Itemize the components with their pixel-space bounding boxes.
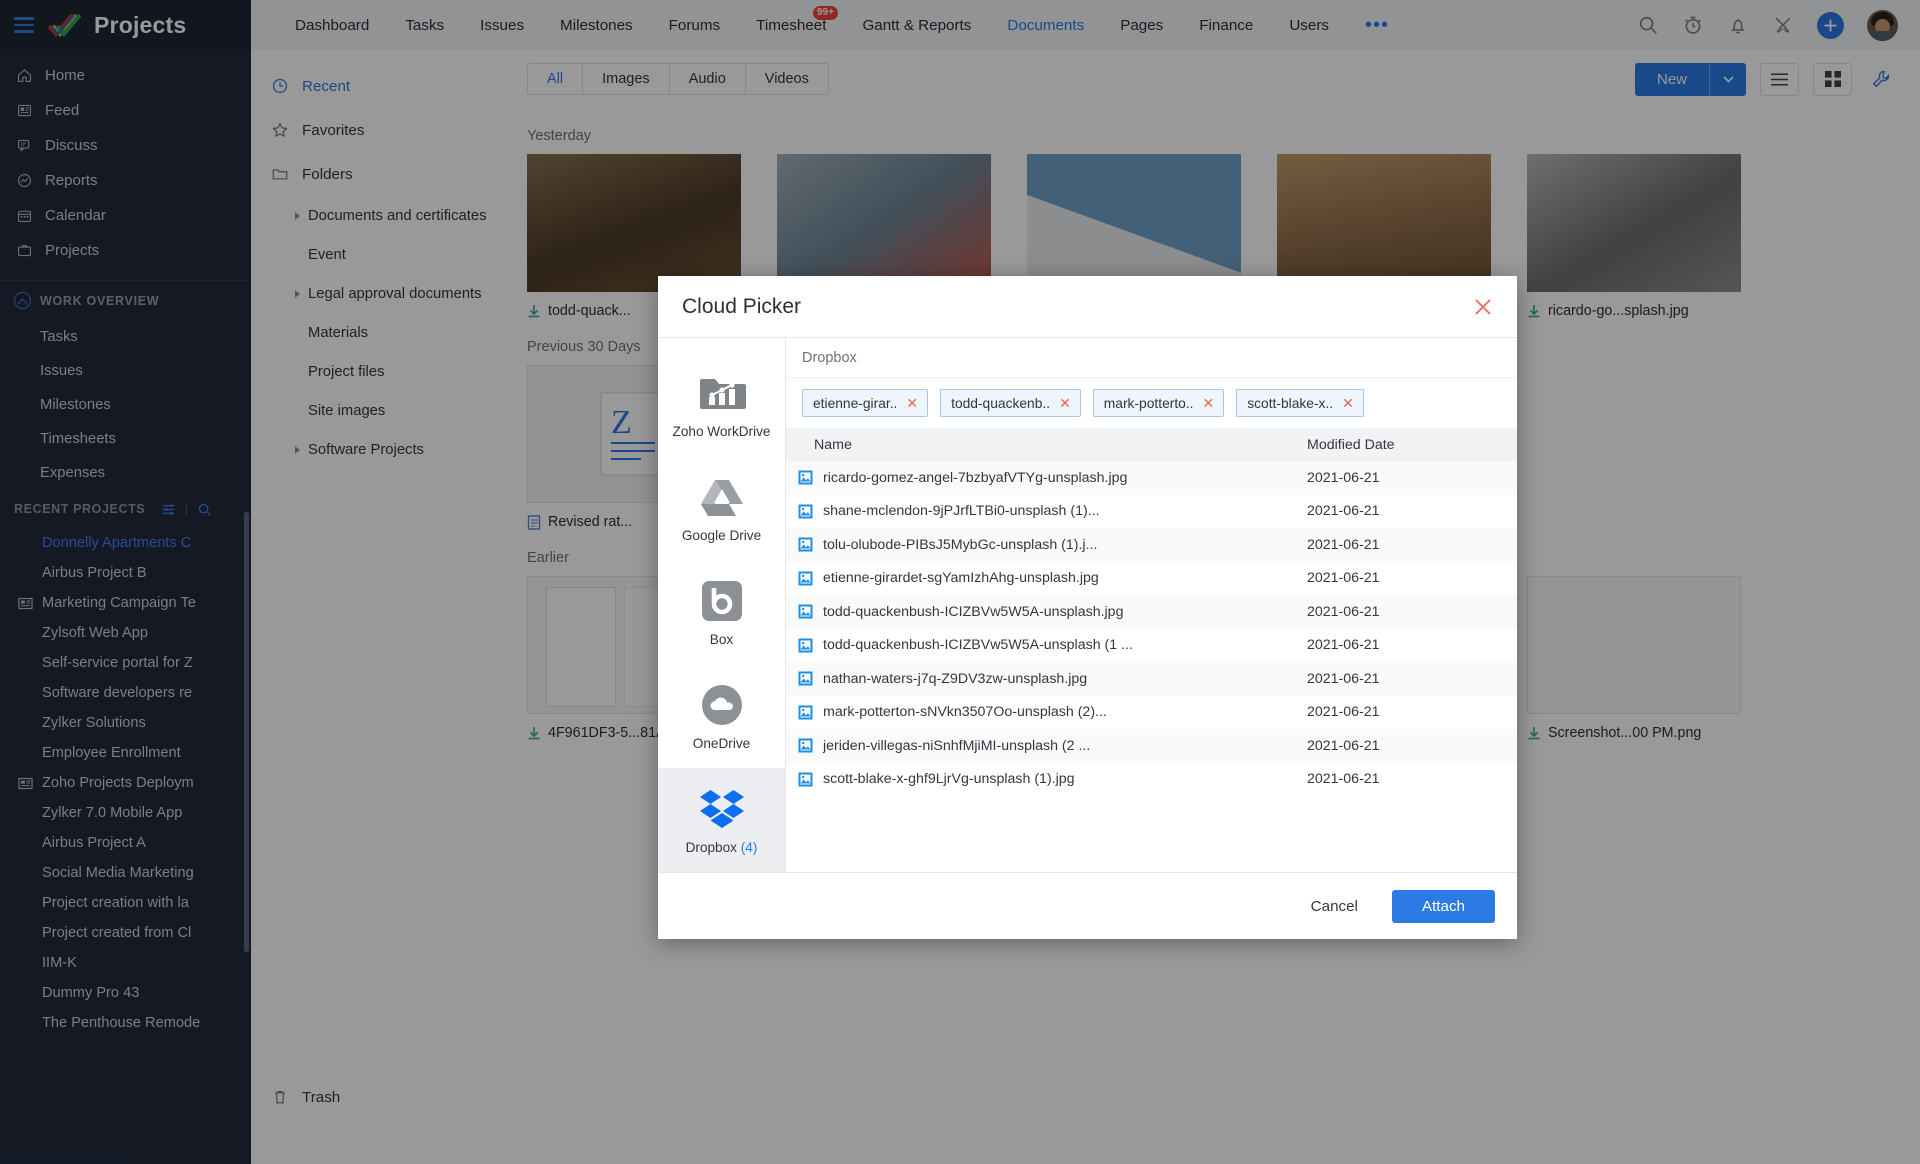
image-file-icon <box>798 571 813 586</box>
file-row[interactable]: todd-quackenbush-ICIZBVw5W5A-unsplash (1… <box>786 628 1517 662</box>
file-row[interactable]: nathan-waters-j7q-Z9DV3zw-unsplash.jpg 20… <box>786 662 1517 696</box>
close-icon[interactable]: ✕ <box>1059 396 1071 410</box>
file-name-cell: todd-quackenbush-ICIZBVw5W5A-unsplash.jp… <box>786 604 1307 620</box>
dialog-title: Cloud Picker <box>682 294 802 318</box>
file-modified-date: 2021-06-21 <box>1307 670 1380 687</box>
file-browser-pane: Dropbox etienne-girar.. ✕ todd-quackenb.. ✕… <box>786 338 1517 872</box>
file-name: mark-potterton-sNVkn3507Oo-unsplash (2).… <box>823 704 1107 721</box>
file-name-cell: jeriden-villegas-niSnhfMjiMI-unsplash (2… <box>786 738 1307 754</box>
selected-file-chip: todd-quackenb.. ✕ <box>940 389 1081 417</box>
close-icon[interactable]: ✕ <box>906 396 918 410</box>
selected-file-chip: mark-potterto.. ✕ <box>1092 389 1225 417</box>
image-file-icon <box>798 537 813 552</box>
cloud-picker-dialog: Cloud Picker Zoho WorkDrive Google Drive… <box>658 276 1517 939</box>
provider-label: OneDrive <box>692 735 751 751</box>
selected-files-chips: etienne-girar.. ✕ todd-quackenb.. ✕ mark-pot… <box>786 378 1517 428</box>
file-name: todd-quackenbush-ICIZBVw5W5A-unsplash.jp… <box>823 603 1124 620</box>
file-name: todd-quackenbush-ICIZBVw5W5A-unsplash (1… <box>823 637 1133 654</box>
file-name-cell: todd-quackenbush-ICIZBVw5W5A-unsplash (1… <box>786 637 1307 653</box>
file-modified-date: 2021-06-21 <box>1307 503 1380 520</box>
provider-label: Box <box>709 631 734 647</box>
google-drive-icon <box>696 474 748 520</box>
file-row[interactable]: scott-blake-x-ghf9LjrVg-unsplash (1).jpg… <box>786 762 1517 796</box>
dropbox-icon <box>696 786 748 832</box>
provider-label: Google Drive <box>681 527 762 543</box>
file-row[interactable]: mark-potterton-sNVkn3507Oo-unsplash (2).… <box>786 695 1517 729</box>
chip-label: mark-potterto.. <box>1103 395 1194 411</box>
image-file-icon <box>798 738 813 753</box>
selected-file-chip: etienne-girar.. ✕ <box>802 389 929 417</box>
cloud-provider-list: Zoho WorkDrive Google Drive Box OneDrive… <box>658 338 786 872</box>
file-name: etienne-girardet-sgYamIzhAhg-unsplash.jp… <box>823 570 1099 587</box>
file-modified-date: 2021-06-21 <box>1307 536 1380 553</box>
breadcrumb[interactable]: Dropbox <box>786 338 1517 378</box>
zoho-workdrive-icon <box>696 370 748 416</box>
close-icon[interactable] <box>1471 295 1495 319</box>
file-row[interactable]: tolu-olubode-PIBsJ5MybGc-unsplash (1).j.… <box>786 528 1517 562</box>
file-name-cell: etienne-girardet-sgYamIzhAhg-unsplash.jp… <box>786 570 1307 586</box>
close-icon[interactable]: ✕ <box>1203 396 1215 410</box>
box-icon <box>696 578 748 624</box>
image-file-icon <box>798 470 813 485</box>
file-modified-date: 2021-06-21 <box>1307 771 1380 788</box>
file-name: nathan-waters-j7q-Z9DV3zw-unsplash.jpg <box>823 670 1088 687</box>
file-name: jeriden-villegas-niSnhfMjiMI-unsplash (2… <box>823 737 1091 754</box>
file-table-body: ricardo-gomez-angel-7bzbyafVTYg-unsplash… <box>786 461 1517 872</box>
file-table-header: Name Modified Date <box>786 428 1517 461</box>
chip-label: etienne-girar.. <box>813 395 898 411</box>
file-modified-date: 2021-06-21 <box>1307 637 1380 654</box>
file-name: scott-blake-x-ghf9LjrVg-unsplash (1).jpg <box>823 771 1075 788</box>
image-file-icon <box>798 604 813 619</box>
file-name-cell: tolu-olubode-PIBsJ5MybGc-unsplash (1).j.… <box>786 537 1307 553</box>
image-file-icon <box>798 772 813 787</box>
onedrive-icon <box>696 682 748 728</box>
file-row[interactable]: jeriden-villegas-niSnhfMjiMI-unsplash (2… <box>786 729 1517 763</box>
chip-label: todd-quackenb.. <box>951 395 1051 411</box>
dialog-footer: Cancel Attach <box>658 872 1517 939</box>
file-row[interactable]: etienne-girardet-sgYamIzhAhg-unsplash.jp… <box>786 561 1517 595</box>
provider-label-wrap: Dropbox (4) <box>686 840 758 855</box>
provider-box[interactable]: Box <box>658 560 785 664</box>
file-row[interactable]: shane-mclendon-9jPJrfLTBi0-unsplash (1).… <box>786 494 1517 528</box>
file-modified-date: 2021-06-21 <box>1307 570 1380 587</box>
provider-label: Zoho WorkDrive <box>672 423 771 439</box>
file-name-cell: ricardo-gomez-angel-7bzbyafVTYg-unsplash… <box>786 470 1307 486</box>
file-row[interactable]: ricardo-gomez-angel-7bzbyafVTYg-unsplash… <box>786 461 1517 495</box>
file-name: shane-mclendon-9jPJrfLTBi0-unsplash (1).… <box>823 503 1100 520</box>
provider-zoho-workdrive[interactable]: Zoho WorkDrive <box>658 352 785 456</box>
cancel-button[interactable]: Cancel <box>1299 892 1370 921</box>
file-name: ricardo-gomez-angel-7bzbyafVTYg-unsplash… <box>823 469 1128 486</box>
file-modified-date: 2021-06-21 <box>1307 737 1380 754</box>
image-file-icon <box>798 671 813 686</box>
dialog-header: Cloud Picker <box>658 276 1517 338</box>
provider-count: (4) <box>740 839 758 855</box>
file-name-cell: scott-blake-x-ghf9LjrVg-unsplash (1).jpg <box>786 771 1307 787</box>
file-modified-date: 2021-06-21 <box>1307 469 1380 486</box>
image-file-icon <box>798 638 813 653</box>
column-header-name: Name <box>814 436 852 453</box>
file-name: tolu-olubode-PIBsJ5MybGc-unsplash (1).j.… <box>823 536 1098 553</box>
file-name-cell: nathan-waters-j7q-Z9DV3zw-unsplash.jpg <box>786 671 1307 687</box>
provider-onedrive[interactable]: OneDrive <box>658 664 785 768</box>
selected-file-chip: scott-blake-x.. ✕ <box>1236 389 1364 417</box>
provider-label: Dropbox <box>685 839 737 855</box>
column-header-modified: Modified Date <box>1307 436 1395 453</box>
chip-label: scott-blake-x.. <box>1247 395 1334 411</box>
file-name-cell: shane-mclendon-9jPJrfLTBi0-unsplash (1).… <box>786 503 1307 519</box>
file-name-cell: mark-potterton-sNVkn3507Oo-unsplash (2).… <box>786 704 1307 720</box>
file-modified-date: 2021-06-21 <box>1307 704 1380 721</box>
image-file-icon <box>798 705 813 720</box>
file-row[interactable]: todd-quackenbush-ICIZBVw5W5A-unsplash.jp… <box>786 595 1517 629</box>
provider-dropbox[interactable]: Dropbox (4) <box>658 768 785 872</box>
close-icon[interactable]: ✕ <box>1342 396 1354 410</box>
image-file-icon <box>798 504 813 519</box>
attach-button[interactable]: Attach <box>1391 889 1495 923</box>
dialog-body: Zoho WorkDrive Google Drive Box OneDrive… <box>658 338 1517 872</box>
file-modified-date: 2021-06-21 <box>1307 603 1380 620</box>
provider-google-drive[interactable]: Google Drive <box>658 456 785 560</box>
